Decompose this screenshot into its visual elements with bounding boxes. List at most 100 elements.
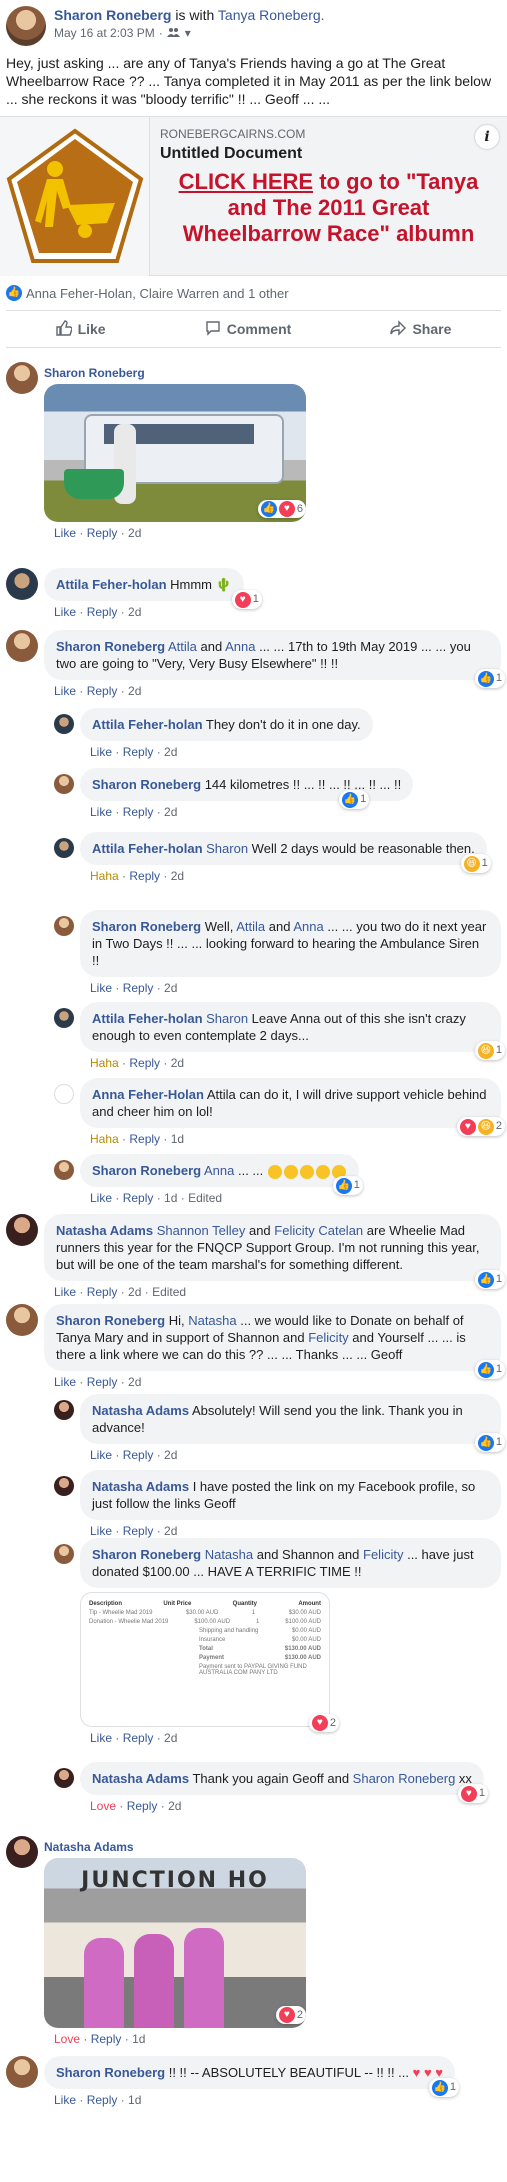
comment-reply-link[interactable]: Reply <box>123 981 154 995</box>
reaction-badge[interactable]: 👍 1 <box>332 1176 363 1195</box>
wheelbarrow-sign-image[interactable] <box>0 117 150 276</box>
link-cta[interactable]: CLICK HERE to go to "Tanya and The 2011 … <box>160 169 497 247</box>
avatar[interactable] <box>54 1084 74 1104</box>
comment-reply-link[interactable]: Reply <box>123 745 154 759</box>
comment-like-link[interactable]: Like <box>54 605 76 619</box>
avatar[interactable] <box>54 1160 74 1180</box>
reaction-badge[interactable]: ♥ 😆 2 <box>456 1117 505 1136</box>
comment-time[interactable]: 2d <box>128 684 141 698</box>
comment-like-link[interactable]: Like <box>90 1524 112 1538</box>
comment-author[interactable]: Natasha Adams <box>56 1223 153 1238</box>
reaction-badge[interactable]: 😆 1 <box>460 854 491 873</box>
comment-love-link[interactable]: Love <box>54 2032 80 2046</box>
avatar[interactable] <box>54 1400 74 1420</box>
comment-author[interactable]: Natasha Adams <box>92 1403 189 1418</box>
comment-author[interactable]: Sharon Roneberg <box>92 777 201 792</box>
mention-link[interactable]: Sharon <box>206 841 248 856</box>
reaction-badge[interactable]: 👍 1 <box>428 2078 460 2097</box>
comment-reply-link[interactable]: Reply <box>127 1799 158 1813</box>
comment-time[interactable]: 2d <box>128 1375 141 1389</box>
comment-time[interactable]: 2d <box>128 605 141 619</box>
comment-reply-link[interactable]: Reply <box>87 1285 118 1299</box>
reaction-badge[interactable]: 😆 1 <box>474 1041 505 1060</box>
comment-author[interactable]: Sharon Roneberg <box>44 362 501 380</box>
comment-author[interactable]: Sharon Roneberg <box>92 1163 201 1178</box>
edited-label[interactable]: Edited <box>188 1191 222 1205</box>
comment-time[interactable]: 2d <box>128 1285 141 1299</box>
edited-label[interactable]: Edited <box>152 1285 186 1299</box>
mention-link[interactable]: Sharon <box>206 1011 248 1026</box>
reaction-badge[interactable]: 👍 1 <box>474 1433 505 1452</box>
avatar[interactable] <box>54 916 74 936</box>
reaction-badge[interactable]: 👍 1 <box>474 669 505 688</box>
avatar[interactable] <box>54 774 74 794</box>
comment-like-link[interactable]: Like <box>90 1731 112 1745</box>
link-title[interactable]: Untitled Document <box>160 145 497 163</box>
comment-photo[interactable]: JUNCTION HO ♥ 2 <box>44 1858 306 2028</box>
comment-author[interactable]: Anna Feher-Holan <box>92 1087 204 1102</box>
comment-like-link[interactable]: Like <box>90 805 112 819</box>
comment-author[interactable]: Sharon Roneberg <box>92 1547 201 1562</box>
mention-link[interactable]: Shannon Telley <box>157 1223 246 1238</box>
reaction-badge[interactable]: 👍 1 <box>474 1270 505 1289</box>
comment-time[interactable]: 2d <box>164 1731 177 1745</box>
comment-time[interactable]: 1d <box>164 1191 177 1205</box>
comment-like-link[interactable]: Like <box>54 2093 76 2107</box>
comment-like-link[interactable]: Like <box>90 981 112 995</box>
comment-reply-link[interactable]: Reply <box>123 1731 154 1745</box>
link-preview-card[interactable]: RONEBERGCAIRNS.COM Untitled Document CLI… <box>0 116 507 276</box>
mention-link[interactable]: Felicity <box>308 1330 348 1345</box>
mention-link[interactable]: Anna <box>293 919 323 934</box>
mention-link[interactable]: Anna <box>225 639 255 654</box>
avatar[interactable] <box>6 1214 38 1246</box>
reaction-badge[interactable]: ♥ 2 <box>275 2006 306 2024</box>
comment-time[interactable]: 2d <box>164 981 177 995</box>
comment-reply-link[interactable]: Reply <box>87 2093 118 2107</box>
comment-photo[interactable]: 👍 ♥ 6 <box>44 384 306 522</box>
avatar[interactable] <box>6 1304 38 1336</box>
comment-reply-link[interactable]: Reply <box>129 1132 160 1146</box>
avatar[interactable] <box>54 714 74 734</box>
comment-time[interactable]: 2d <box>171 1056 184 1070</box>
chevron-down-icon[interactable]: ▾ <box>185 26 191 40</box>
avatar[interactable] <box>54 1476 74 1496</box>
comment-reply-link[interactable]: Reply <box>91 2032 122 2046</box>
comment-reply-link[interactable]: Reply <box>123 1448 154 1462</box>
avatar[interactable] <box>6 1836 38 1868</box>
comment-like-link[interactable]: Like <box>54 1375 76 1389</box>
comment-time[interactable]: 2d <box>164 1448 177 1462</box>
comment-like-link[interactable]: Like <box>54 1285 76 1299</box>
comment-reply-link[interactable]: Reply <box>123 1191 154 1205</box>
comment-time[interactable]: 1d <box>171 1132 184 1146</box>
comment-time[interactable]: 2d <box>164 1524 177 1538</box>
comment-author[interactable]: Natasha Adams <box>92 1771 189 1786</box>
mention-link[interactable]: Natasha <box>188 1313 236 1328</box>
post-author-link[interactable]: Sharon Roneberg <box>54 7 171 23</box>
comment-reply-link[interactable]: Reply <box>87 526 118 540</box>
avatar[interactable] <box>6 630 38 662</box>
comment-author[interactable]: Natasha Adams <box>44 1836 501 1854</box>
comment-author[interactable]: Attila Feher-holan <box>92 841 203 856</box>
tagged-user-link[interactable]: Tanya Roneberg. <box>218 7 325 23</box>
mention-link[interactable]: Attila <box>236 919 265 934</box>
comment-reply-link[interactable]: Reply <box>123 805 154 819</box>
comment-haha-link[interactable]: Haha <box>90 1056 119 1070</box>
avatar[interactable] <box>6 362 38 394</box>
comment-author[interactable]: Sharon Roneberg <box>92 919 201 934</box>
comment-like-link[interactable]: Like <box>54 526 76 540</box>
comment-reply-link[interactable]: Reply <box>129 1056 160 1070</box>
share-button[interactable]: Share <box>390 319 451 339</box>
comment-reply-link[interactable]: Reply <box>87 684 118 698</box>
mention-link[interactable]: Sharon Roneberg <box>353 1771 456 1786</box>
comment-like-link[interactable]: Like <box>90 745 112 759</box>
reaction-badge[interactable]: 👍 1 <box>474 1360 505 1379</box>
like-button[interactable]: Like <box>55 319 106 339</box>
comment-author[interactable]: Sharon Roneberg <box>56 1313 165 1328</box>
comment-time[interactable]: 1d <box>128 2093 141 2107</box>
avatar[interactable] <box>54 1008 74 1028</box>
comment-author[interactable]: Natasha Adams <box>92 1479 189 1494</box>
comment-reply-link[interactable]: Reply <box>123 1524 154 1538</box>
reaction-badge[interactable]: 👍 ♥ 6 <box>257 500 306 518</box>
comment-reply-link[interactable]: Reply <box>129 869 160 883</box>
comment-haha-link[interactable]: Haha <box>90 869 119 883</box>
